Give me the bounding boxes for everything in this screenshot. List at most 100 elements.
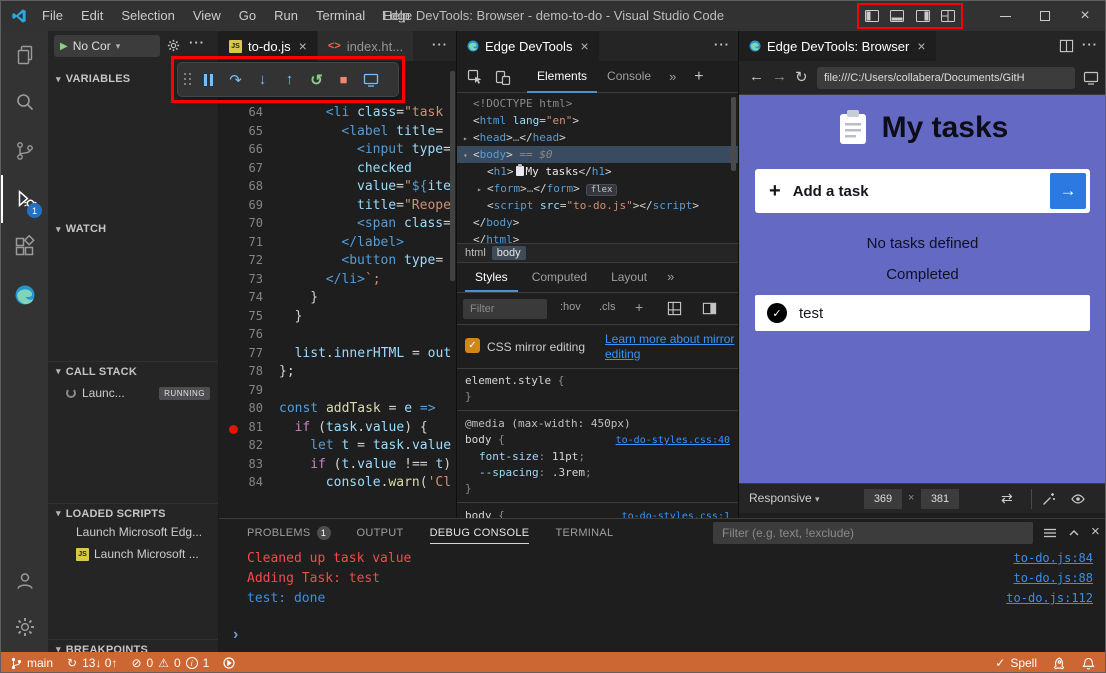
line-number[interactable]: 83 (219, 457, 263, 471)
rotate-device-icon[interactable]: ⇄ (1001, 490, 1013, 507)
flex-badge[interactable]: flex (586, 184, 618, 196)
restart-button[interactable]: ↺ (304, 67, 329, 93)
dom-tree-row[interactable]: ▸<head>…</head> (457, 129, 738, 146)
notifications-bell-icon[interactable] (1082, 657, 1095, 670)
step-over-button[interactable]: ↷ (223, 67, 248, 93)
menu-go[interactable]: Go (230, 1, 265, 31)
maximize-button[interactable] (1025, 1, 1065, 31)
more-tabs-icon[interactable]: » (669, 69, 676, 84)
toggle-secondary-sidebar-icon[interactable] (915, 8, 931, 24)
tab-index-html[interactable]: <> index.ht... (318, 31, 414, 61)
tab-elements[interactable]: Elements (527, 61, 597, 93)
line-number[interactable]: 71 (219, 235, 263, 249)
wand-icon[interactable] (1042, 492, 1056, 506)
tab-layout[interactable]: Layout (601, 263, 657, 292)
device-emulation-icon[interactable] (495, 69, 511, 85)
toggle-class-button[interactable]: .cls (599, 301, 616, 313)
explorer-icon[interactable] (1, 31, 48, 79)
dom-tree-row[interactable]: <script src="to-do.js"></script> (457, 197, 738, 214)
editor-actions-icon[interactable]: ··· (432, 37, 448, 52)
tab-output[interactable]: OUTPUT (357, 519, 404, 547)
console-input-prompt[interactable]: › (233, 626, 238, 644)
settings-gear-icon[interactable] (1, 603, 48, 651)
completed-task-row[interactable]: ✓ test (755, 295, 1090, 331)
menu-file[interactable]: File (33, 1, 72, 31)
watch-section-header[interactable]: ▾ WATCH (48, 219, 218, 239)
line-number[interactable]: 78 (219, 364, 263, 378)
line-number[interactable]: 74 (219, 290, 263, 304)
tab-styles[interactable]: Styles (465, 263, 518, 292)
sync-indicator[interactable]: ↻ 13↓ 0↑ (67, 656, 117, 670)
panel-more-actions-icon[interactable]: ··· (714, 37, 730, 52)
stop-button[interactable]: ■ (331, 67, 356, 93)
computed-pane-icon[interactable] (702, 301, 717, 316)
loaded-script-item[interactable]: Launch Microsoft Edg... (76, 525, 202, 539)
menu-edit[interactable]: Edit (72, 1, 112, 31)
minimize-button[interactable] (985, 1, 1025, 31)
extensions-icon[interactable] (1, 223, 48, 271)
stylesheet-link[interactable]: to-do-styles.css:40 (616, 433, 730, 449)
dom-tree-row[interactable]: <h1>My tasks</h1> (457, 163, 738, 180)
rocket-icon[interactable] (1053, 657, 1066, 670)
breadcrumb-body[interactable]: body (492, 246, 526, 260)
toggle-panel-icon[interactable] (889, 8, 905, 24)
branch-indicator[interactable]: main (11, 656, 53, 670)
styles-filter-input[interactable] (463, 299, 547, 319)
loaded-scripts-section-header[interactable]: ▾ LOADED SCRIPTS (48, 503, 218, 523)
tab-computed[interactable]: Computed (522, 263, 597, 292)
line-number[interactable]: 84 (219, 475, 263, 489)
close-tab-icon[interactable]: × (580, 38, 588, 54)
line-number[interactable]: 67 (219, 161, 263, 175)
customize-layout-icon[interactable] (940, 8, 956, 24)
spell-checker-status[interactable]: ✓ Spell (995, 656, 1037, 670)
source-link[interactable]: to-do.js:88 (1014, 571, 1093, 585)
line-number[interactable]: 66 (219, 142, 263, 156)
line-number[interactable]: 73 (219, 272, 263, 286)
close-tab-icon[interactable]: × (917, 38, 925, 54)
search-icon[interactable] (1, 79, 48, 127)
task-done-icon[interactable]: ✓ (767, 303, 787, 323)
url-input[interactable] (817, 67, 1075, 89)
collapse-arrow-icon[interactable]: ▾ (463, 147, 473, 164)
stylesheet-link[interactable]: to-do-styles.css:1 (622, 509, 730, 518)
debug-session-icon[interactable] (223, 657, 235, 669)
add-task-row[interactable]: + Add a task → (755, 169, 1090, 213)
dom-tree-row[interactable]: ▸<form>…</form>flex (457, 180, 738, 197)
dom-tree-row[interactable]: <html lang="en"> (457, 112, 738, 129)
breadcrumb-html[interactable]: html (465, 247, 486, 259)
tree-scrollbar[interactable] (731, 97, 736, 171)
step-out-button[interactable]: ↑ (277, 67, 302, 93)
toggle-hover-state-button[interactable]: :hov (560, 301, 581, 313)
menu-terminal[interactable]: Terminal (307, 1, 374, 31)
source-link[interactable]: to-do.js:112 (1006, 591, 1093, 605)
more-tabs-icon[interactable]: » (667, 269, 674, 284)
tab-problems[interactable]: PROBLEMS 1 (247, 519, 331, 547)
line-number[interactable]: 68 (219, 179, 263, 193)
run-and-debug-icon[interactable]: 1 (1, 175, 48, 223)
console-filter-input[interactable] (713, 522, 1033, 544)
edge-tools-icon[interactable] (1, 271, 48, 319)
menu-view[interactable]: View (184, 1, 230, 31)
device-width-input[interactable] (864, 489, 902, 509)
console-view-icon[interactable] (1043, 526, 1057, 540)
dom-tree-row[interactable]: </body> (457, 214, 738, 231)
panel-more-actions-icon[interactable]: ··· (1082, 37, 1098, 52)
line-number[interactable]: 65 (219, 124, 263, 138)
tab-to-do-js[interactable]: JS to-do.js × (219, 31, 318, 61)
line-number[interactable]: 72 (219, 253, 263, 267)
open-in-browser-icon[interactable] (1083, 70, 1099, 86)
menu-run[interactable]: Run (265, 1, 307, 31)
problems-indicator[interactable]: ⊘ 0 ⚠ 0 i 1 (131, 656, 209, 670)
menu-selection[interactable]: Selection (112, 1, 183, 31)
tab-edge-devtools-browser[interactable]: Edge DevTools: Browser × (739, 31, 937, 61)
pause-button[interactable] (196, 67, 221, 93)
inspect-eye-icon[interactable] (1071, 492, 1085, 506)
line-number[interactable]: 64 (219, 105, 263, 119)
device-mode-dropdown[interactable]: Responsive ▾ (749, 491, 820, 505)
source-link[interactable]: to-do.js:84 (1014, 551, 1093, 565)
accounts-icon[interactable] (1, 557, 48, 605)
callstack-section-header[interactable]: ▾ CALL STACK (48, 361, 218, 381)
forward-icon[interactable]: → (772, 68, 787, 85)
inspect-icon[interactable] (467, 69, 483, 85)
mirror-editing-link[interactable]: Learn more about mirror editing (605, 332, 735, 362)
